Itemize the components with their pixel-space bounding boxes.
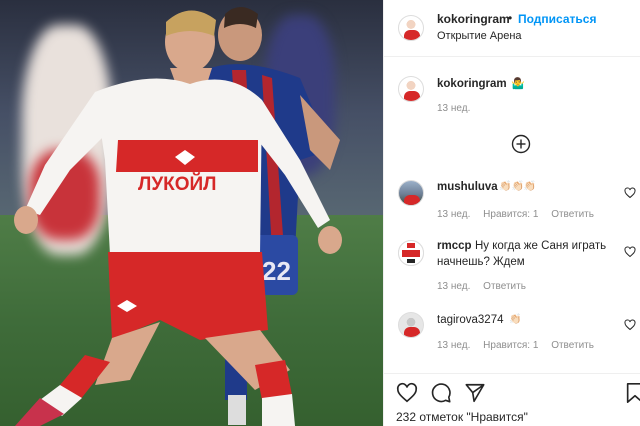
caption-meta: 13 нед. (437, 103, 480, 114)
heart-icon[interactable] (624, 187, 636, 199)
comment-likes[interactable]: Нравится: 1 (483, 209, 538, 220)
plus-circle-icon[interactable] (511, 134, 531, 154)
rmccp-logo-icon (398, 240, 424, 266)
players-illustration: 22 ЛУКОЙЛ (14, 7, 342, 426)
svg-text:ЛУКОЙЛ: ЛУКОЙЛ (138, 173, 217, 195)
location-link[interactable]: Открытие Арена (437, 30, 522, 42)
comment-meta: 13 нед. Ответить (437, 281, 536, 292)
caption-text: 🤷‍♂️ (511, 78, 525, 90)
reply-button[interactable]: Ответить (551, 340, 594, 351)
reply-button[interactable]: Ответить (483, 281, 526, 292)
comment-username[interactable]: tagirova3274 (437, 314, 504, 326)
svg-text:22: 22 (262, 256, 291, 286)
comment-likes[interactable]: Нравится: 1 (483, 340, 538, 351)
comment-meta: 13 нед. Нравится: 1 Ответить (437, 340, 604, 351)
bookmark-icon[interactable] (624, 382, 640, 404)
avatar[interactable] (398, 76, 424, 102)
caption-username[interactable]: kokoringram (437, 78, 507, 90)
share-icon[interactable] (464, 382, 486, 404)
comment-text: 👏🏻 (509, 314, 522, 325)
post-actions: 232 отметок "Нравится" (384, 373, 640, 426)
comment-username[interactable]: mushuluva (437, 181, 498, 193)
comment-text: Ну когда же Саня играть начнешь? Ждем (437, 238, 607, 270)
avatar[interactable] (398, 180, 424, 206)
header-username[interactable]: kokoringram (437, 12, 510, 26)
comment-icon[interactable] (430, 382, 452, 404)
follow-button[interactable]: Подписаться (518, 12, 596, 26)
heart-icon[interactable] (624, 319, 636, 331)
separator-dot: • (508, 11, 513, 25)
reply-button[interactable]: Ответить (551, 209, 594, 220)
likes-count[interactable]: 232 отметок "Нравится" (396, 410, 528, 424)
comment-meta: 13 нед. Нравится: 1 Ответить (437, 209, 604, 220)
comment-time: 13 нед. (437, 281, 471, 292)
post-sidebar: kokoringram • Подписаться Открытие Арена… (383, 0, 640, 426)
post-photo[interactable]: 22 ЛУКОЙЛ (0, 0, 383, 426)
heart-icon[interactable] (624, 246, 636, 258)
post-header: kokoringram • Подписаться Открытие Арена (384, 0, 640, 57)
comment-text-body: Ну когда же Саня играть начнешь? Ждем (437, 240, 607, 268)
avatar[interactable] (398, 312, 424, 338)
caption-time: 13 нед. (437, 103, 471, 114)
comment-time: 13 нед. (437, 209, 471, 220)
avatar[interactable] (398, 15, 424, 41)
heart-icon[interactable] (396, 382, 418, 404)
comment-time: 13 нед. (437, 340, 471, 351)
comment-text: 👏🏻👏🏻👏🏻 (499, 181, 537, 192)
